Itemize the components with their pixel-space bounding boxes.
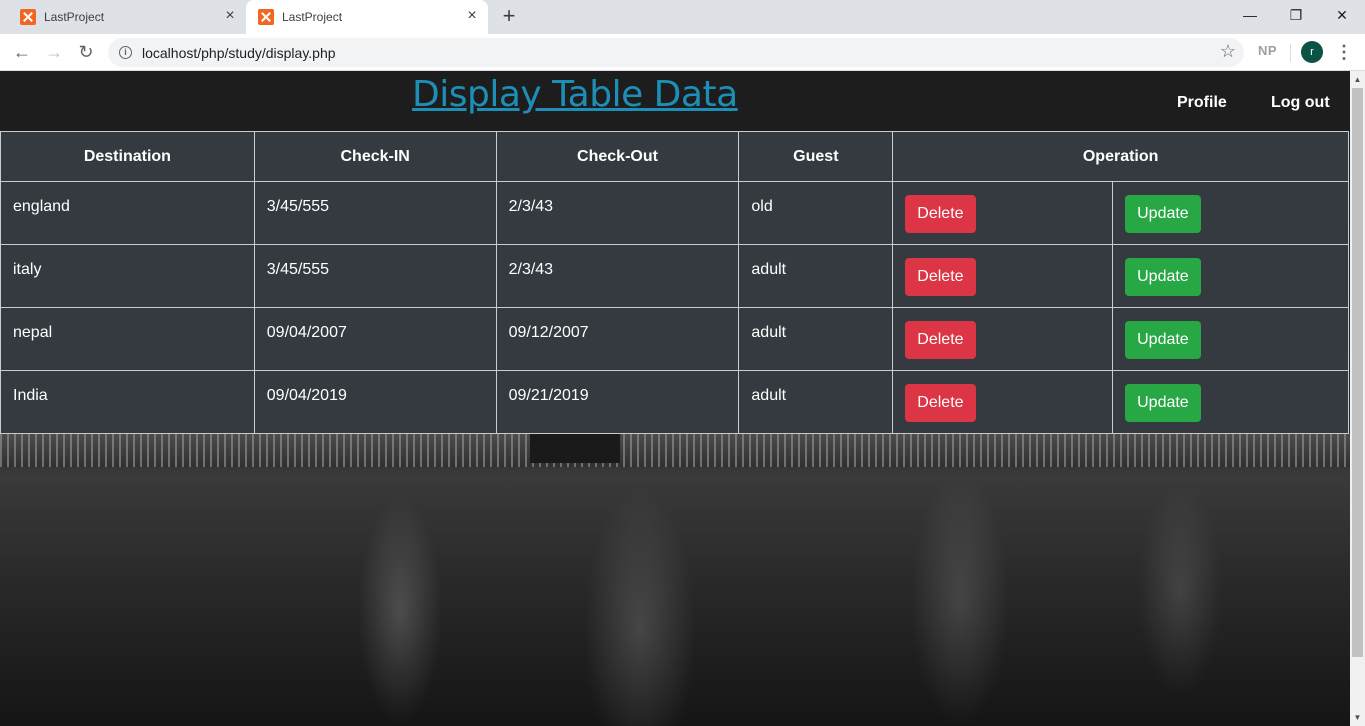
cell-update: Update bbox=[1112, 181, 1349, 245]
table-row: england 3/45/555 2/3/43 old Delete Updat… bbox=[0, 181, 1349, 245]
page-title-link[interactable]: Display Table Data bbox=[412, 74, 738, 115]
cell-guest: adult bbox=[738, 307, 894, 371]
page-header: Display Table Data Profile Log out bbox=[0, 71, 1350, 131]
url-text[interactable]: localhost/php/study/display.php bbox=[142, 45, 336, 61]
cell-destination: italy bbox=[0, 244, 255, 308]
cell-update: Update bbox=[1112, 244, 1349, 308]
cell-checkin: 09/04/2007 bbox=[253, 307, 497, 371]
bridge-pier-background bbox=[530, 433, 620, 463]
header-destination: Destination bbox=[0, 131, 255, 182]
delete-button[interactable]: Delete bbox=[905, 195, 976, 233]
browser-tabstrip: LastProject × LastProject × + — ❐ ✕ bbox=[0, 0, 1365, 34]
close-tab-icon[interactable]: × bbox=[222, 8, 238, 24]
cell-update: Update bbox=[1112, 370, 1349, 434]
delete-button[interactable]: Delete bbox=[905, 258, 976, 296]
cell-delete: Delete bbox=[892, 244, 1114, 308]
table-header-row: Destination Check-IN Check-Out Guest Ope… bbox=[0, 131, 1349, 182]
cell-checkout: 09/21/2019 bbox=[495, 370, 740, 434]
cell-checkout: 2/3/43 bbox=[495, 244, 740, 308]
delete-button[interactable]: Delete bbox=[905, 384, 976, 422]
profile-avatar[interactable]: r bbox=[1301, 41, 1323, 63]
close-window-button[interactable]: ✕ bbox=[1319, 0, 1365, 30]
header-guest: Guest bbox=[738, 131, 894, 182]
cell-checkout: 09/12/2007 bbox=[495, 307, 740, 371]
cell-checkin: 3/45/555 bbox=[253, 244, 497, 308]
scrollbar-thumb[interactable] bbox=[1352, 88, 1363, 657]
city-skyline-background bbox=[0, 433, 1350, 467]
browser-tab-1[interactable]: LastProject × bbox=[8, 0, 246, 34]
minimize-window-button[interactable]: — bbox=[1227, 0, 1273, 30]
cell-guest: adult bbox=[738, 370, 894, 434]
table-row: India 09/04/2019 09/21/2019 adult Delete… bbox=[0, 370, 1349, 434]
update-button[interactable]: Update bbox=[1125, 384, 1201, 422]
cell-delete: Delete bbox=[892, 307, 1114, 371]
xampp-favicon-icon bbox=[20, 9, 36, 25]
table-row: italy 3/45/555 2/3/43 adult Delete Updat… bbox=[0, 244, 1349, 308]
browser-toolbar: ← → ↻ i localhost/php/study/display.php … bbox=[0, 34, 1365, 71]
header-operation: Operation bbox=[892, 131, 1349, 182]
nav-profile-link[interactable]: Profile bbox=[1177, 94, 1227, 112]
update-button[interactable]: Update bbox=[1125, 321, 1201, 359]
page-scrollbar[interactable]: ▲ ▼ bbox=[1350, 71, 1365, 726]
header-checkin: Check-IN bbox=[253, 131, 497, 182]
cell-delete: Delete bbox=[892, 370, 1114, 434]
cell-checkin: 3/45/555 bbox=[253, 181, 497, 245]
np-extension-icon[interactable]: NP bbox=[1258, 43, 1277, 58]
bookings-table: Destination Check-IN Check-Out Guest Ope… bbox=[0, 131, 1349, 434]
cell-update: Update bbox=[1112, 307, 1349, 371]
cell-checkout: 2/3/43 bbox=[495, 181, 740, 245]
delete-button[interactable]: Delete bbox=[905, 321, 976, 359]
forward-arrow-icon[interactable]: → bbox=[42, 40, 66, 64]
update-button[interactable]: Update bbox=[1125, 195, 1201, 233]
tab-title: LastProject bbox=[282, 10, 343, 24]
cell-destination: India bbox=[0, 370, 255, 434]
scroll-down-arrow-icon[interactable]: ▼ bbox=[1350, 709, 1365, 726]
address-bar[interactable]: i localhost/php/study/display.php ☆ bbox=[108, 38, 1244, 67]
cell-guest: old bbox=[738, 181, 894, 245]
header-checkout: Check-Out bbox=[495, 131, 740, 182]
xampp-favicon-icon bbox=[258, 9, 274, 25]
site-info-icon[interactable]: i bbox=[119, 46, 132, 59]
browser-tab-2[interactable]: LastProject × bbox=[246, 0, 488, 34]
new-tab-button[interactable]: + bbox=[498, 5, 520, 27]
close-tab-icon[interactable]: × bbox=[464, 8, 480, 24]
cell-destination: england bbox=[0, 181, 255, 245]
update-button[interactable]: Update bbox=[1125, 258, 1201, 296]
nav-logout-link[interactable]: Log out bbox=[1271, 94, 1330, 112]
table-row: nepal 09/04/2007 09/12/2007 adult Delete… bbox=[0, 307, 1349, 371]
cell-guest: adult bbox=[738, 244, 894, 308]
page-viewport: Display Table Data Profile Log out Desti… bbox=[0, 71, 1350, 726]
bookmark-star-icon[interactable]: ☆ bbox=[1220, 41, 1236, 62]
browser-menu-icon[interactable]: ⋮ bbox=[1335, 40, 1353, 64]
tab-title: LastProject bbox=[44, 10, 105, 24]
reload-icon[interactable]: ↻ bbox=[74, 40, 98, 64]
back-arrow-icon[interactable]: ← bbox=[10, 40, 34, 64]
scroll-up-arrow-icon[interactable]: ▲ bbox=[1350, 71, 1365, 88]
toolbar-divider bbox=[1290, 44, 1291, 62]
cell-destination: nepal bbox=[0, 307, 255, 371]
cell-checkin: 09/04/2019 bbox=[253, 370, 497, 434]
restore-window-button[interactable]: ❐ bbox=[1273, 0, 1319, 30]
cell-delete: Delete bbox=[892, 181, 1114, 245]
